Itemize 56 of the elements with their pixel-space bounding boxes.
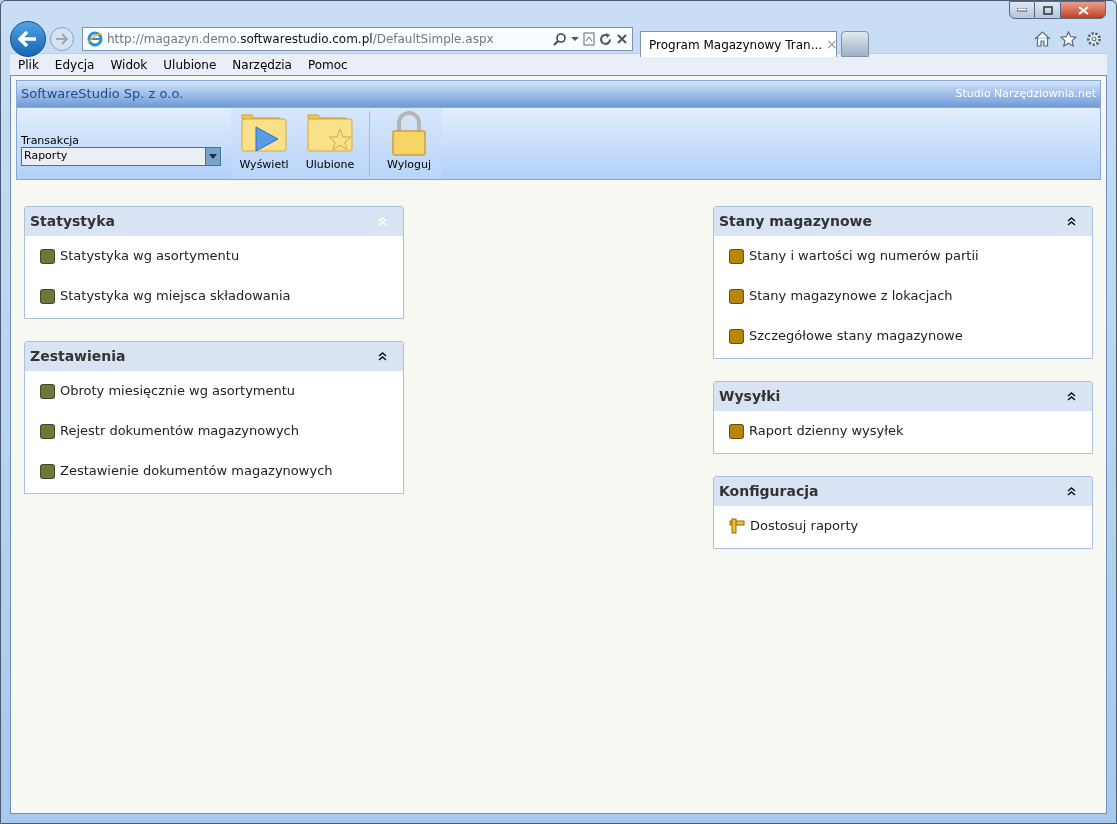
browser-tab[interactable]: Program Magazynowy Tran... × [640,31,837,57]
report-link[interactable]: Stany i wartości wg numerów partii [749,246,979,266]
compatibility-view-icon[interactable] [583,32,595,46]
panel-title: Wysyłki [719,387,781,406]
report-link[interactable]: Zestawienie dokumentów magazynowych [60,461,333,481]
panel-title: Stany magazynowe [719,212,872,231]
ruler-tool-icon [729,518,745,534]
tab-title: Program Magazynowy Tran... [649,36,823,54]
company-name: SoftwareStudio Sp. z o.o. [21,85,184,104]
minimize-icon [1017,8,1027,12]
browser-logo-icon [87,31,103,47]
restore-icon [1042,5,1053,15]
logout-button[interactable]: Wyloguj [376,108,442,179]
toolbar-button[interactable]: Ulubione [297,108,363,179]
panel-title: Statystyka [30,212,115,231]
collapse-icon[interactable] [378,352,387,361]
report-link[interactable]: Stany magazynowe z lokacjach [749,286,953,306]
transaction-dropdown[interactable]: Raporty [21,146,221,166]
close-button[interactable] [1060,1,1106,19]
menu-item[interactable]: Ulubione [163,55,217,74]
toolbar-button[interactable]: Wyświetl [231,108,297,179]
settings-icon[interactable] [1086,31,1102,47]
menu-item[interactable]: Pomoc [307,55,348,74]
home-icon[interactable] [1034,31,1051,47]
favorites-star-icon[interactable] [1060,31,1077,47]
minimize-button[interactable] [1009,1,1035,19]
report-link[interactable]: Statystyka wg asortymentu [60,246,240,266]
back-arrow-icon [18,31,38,47]
transaction-label: Transakcja [21,133,81,147]
back-button[interactable] [10,21,46,57]
report-link[interactable]: Statystyka wg miejsca składowania [60,286,291,306]
address-bar[interactable]: http://magazyn.demo.softwarestudio.com.pl/DefaultSimple.aspx [82,27,633,51]
collapse-icon[interactable] [1067,217,1076,226]
panel-title: Konfiguracja [719,482,819,501]
report-link[interactable]: Szczegółowe stany magazynowe [749,326,963,346]
brand-text: Studio Narzędziownia.net [955,85,1096,102]
report-link[interactable]: Rejestr dokumentów magazynowych [60,421,299,441]
report-link[interactable]: Dostosuj raporty [750,516,859,536]
report-link[interactable]: Obroty miesięcznie wg asortymentu [60,381,296,401]
url-text: http://magazyn.demo.softwarestudio.com.pl/DefaultSimple.aspx [107,31,494,48]
panel-title: Zestawienia [30,347,126,366]
dropdown-caret-icon [209,153,217,159]
menu-item[interactable]: Edycja [54,55,95,74]
maximize-button[interactable] [1035,1,1060,19]
stop-icon[interactable] [616,33,628,45]
menu-item[interactable]: Plik [18,55,39,74]
collapse-icon[interactable] [1067,392,1076,401]
refresh-icon[interactable] [599,32,612,46]
menu-item[interactable]: Narzędzia [232,55,292,74]
menu-item[interactable]: Widok [110,55,148,74]
collapse-icon[interactable] [1067,487,1076,496]
forward-arrow-icon [55,33,69,45]
dropdown-caret-icon[interactable] [571,36,579,42]
report-link[interactable]: Raport dzienny wysyłek [749,421,904,441]
search-icon[interactable] [553,32,567,46]
close-icon [1077,5,1089,15]
